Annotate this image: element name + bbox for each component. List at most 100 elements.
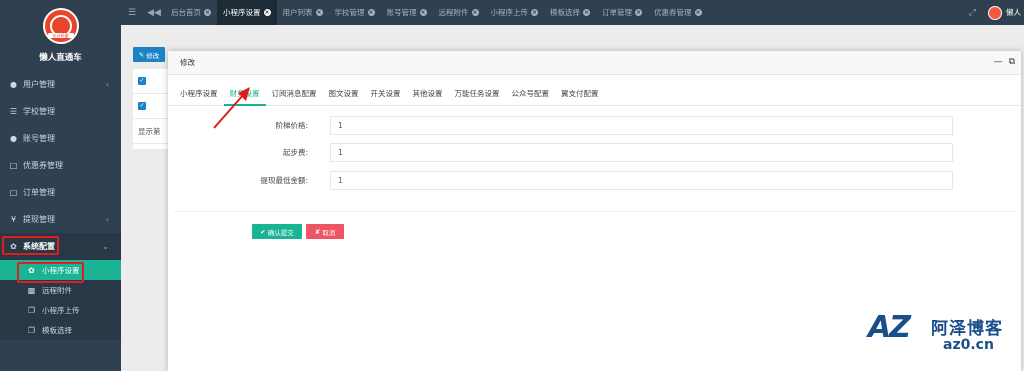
tab-school-manage[interactable]: 学校管理 × [329,0,381,25]
copy-icon: ❐ [27,305,36,315]
modal-title: 修改 [180,58,195,67]
cancel-button-label: 取消 [322,228,336,237]
annotation-box-system-config [2,236,59,255]
close-icon[interactable]: × [315,9,323,16]
sidebar-item-school[interactable]: ☰ 学校管理 [0,98,121,125]
checkbox[interactable]: ✓ [138,77,146,85]
close-icon[interactable]: × [471,9,479,16]
table-footer: 显示第 [133,119,173,144]
checkbox[interactable]: ✓ [138,102,146,110]
tab-miniprogram-settings[interactable]: 小程序设置 × [217,0,277,25]
sidebar-subitem-miniprogram-upload[interactable]: ❐ 小程序上传 [0,300,121,320]
field-label: 阶梯价格: [275,121,308,130]
tab-label: 小程序设置 [223,8,261,17]
minimize-icon[interactable]: — [994,57,1003,67]
tab-miniprogram-upload[interactable]: 小程序上传 × [485,0,545,25]
tier-price-field[interactable] [330,116,953,135]
tab-order-manage[interactable]: 订单管理 × [596,0,648,25]
sidebar-subitem-template-select[interactable]: ❐ 模板选择 [0,320,121,340]
maximize-icon[interactable]: ⧉ [1009,57,1015,67]
sidebar-subitem-label: 远程附件 [42,285,72,295]
scroll-left-icon[interactable]: ◀◀ [143,8,165,18]
watermark: AZ 阿泽博客 az0.cn [868,310,1018,362]
tab-switches[interactable]: 开关设置 [365,84,407,106]
tab-user-list[interactable]: 用户列表 × [277,0,329,25]
tab-label: 优惠券管理 [654,8,692,17]
logo-badge: 长沙码盟 [42,8,79,44]
annotation-box-miniprogram-settings [17,262,84,283]
sidebar-item-label: 提现管理 [23,215,55,224]
modal-header: 修改 — ⧉ [168,51,1021,75]
avatar[interactable] [988,5,1002,20]
coupon-icon: □ [9,161,18,170]
close-icon[interactable]: × [367,9,375,16]
file-icon: ▩ [27,285,36,295]
sidebar: 长沙码盟 懒人直通车 ● 用户管理 ‹ ☰ 学校管理 ● 账号管理 □ 优惠券管… [0,0,121,371]
copy-icon: ❐ [27,325,36,335]
close-icon[interactable]: × [583,9,590,16]
confirm-button[interactable]: ✔ 确认提交 [252,224,302,239]
sidebar-item-label: 优惠券管理 [23,161,63,170]
logo-text: 长沙码盟 [47,33,74,38]
tab-dashboard[interactable]: 后台首页 × [165,0,217,25]
tab-label: 账号管理 [386,8,417,17]
order-icon: □ [9,188,18,197]
watermark-title: 阿泽博客 [931,319,1003,339]
tab-label: 订单管理 [602,8,632,17]
close-icon[interactable]: × [263,9,271,16]
sidebar-item-coupons[interactable]: □ 优惠券管理 [0,152,121,179]
tab-universal-task[interactable]: 万能任务设置 [449,84,506,106]
starting-fee-field[interactable] [330,143,953,162]
sidebar-item-users[interactable]: ● 用户管理 ‹ [0,71,121,98]
sidebar-subitem-label: 模板选择 [42,325,72,335]
sidebar-item-label: 学校管理 [23,107,55,116]
table-row[interactable]: ✓ [133,94,173,119]
settings-tabs: 小程序设置 财务设置 订阅消息配置 图文设置 开关设置 其他设置 万能任务设置 … [168,84,1021,106]
close-icon[interactable]: × [419,9,427,16]
close-icon[interactable]: × [204,9,211,16]
tab-bar: ☰ ◀◀ 后台首页 × 小程序设置 × 用户列表 × 学校管理 × 账号管理 × 远程附件… [121,0,1024,25]
yen-icon: ¥ [10,215,17,224]
tab-remote-attachment[interactable]: 远程附件 × [433,0,485,25]
user-name[interactable]: 懒人 [1006,7,1024,18]
sidebar-item-label: 订单管理 [23,188,55,197]
tab-account-manage[interactable]: 账号管理 × [381,0,433,25]
tab-label: 小程序上传 [490,8,529,17]
tab-bestpay[interactable]: 翼支付配置 [555,84,605,106]
tab-label: 后台首页 [171,8,201,17]
fullscreen-icon[interactable]: ⤢ [969,8,976,18]
tab-label: 用户列表 [282,8,313,17]
divider [174,211,1015,212]
sidebar-subitem-remote-attachment[interactable]: ▩ 远程附件 [0,280,121,300]
tab-subscription-message[interactable]: 订阅消息配置 [266,84,323,106]
tab-graphic[interactable]: 图文设置 [323,84,365,106]
close-icon[interactable]: × [531,9,538,16]
chevron-down-icon: ⌄ [102,242,109,251]
sidebar-item-label: 用户管理 [23,80,55,89]
edit-button[interactable]: ✎ 修改 [133,47,165,62]
tab-coupon-manage[interactable]: 优惠券管理 × [648,0,708,25]
watermark-logo: AZ [868,310,911,345]
confirm-button-label: 确认提交 [267,228,294,237]
table-row[interactable]: ✓ [133,69,173,94]
min-withdraw-field[interactable] [330,171,953,190]
sidebar-item-label: 账号管理 [23,134,55,143]
sidebar-item-orders[interactable]: □ 订单管理 [0,179,121,206]
annotation-arrow [213,87,250,129]
tab-template-select[interactable]: 模板选择 × [544,0,596,25]
tab-official-account[interactable]: 公众号配置 [506,84,556,106]
menu-toggle-icon[interactable]: ☰ [121,8,143,18]
logo: 长沙码盟 懒人直通车 [0,0,121,71]
field-label: 起步费: [282,148,308,157]
school-icon: ☰ [9,107,18,116]
close-icon[interactable]: × [694,9,702,16]
cancel-button[interactable]: ✘ 取消 [306,224,344,239]
user-icon: ● [10,80,17,89]
sidebar-subitem-label: 小程序上传 [42,305,80,315]
chevron-left-icon: ‹ [105,80,109,89]
close-icon[interactable]: × [635,9,642,16]
sidebar-item-withdraw[interactable]: ¥ 提现管理 ‹ [0,206,121,233]
tab-other[interactable]: 其他设置 [407,84,449,106]
sidebar-item-accounts[interactable]: ● 账号管理 [0,125,121,152]
app-title: 懒人直通车 [39,53,82,63]
